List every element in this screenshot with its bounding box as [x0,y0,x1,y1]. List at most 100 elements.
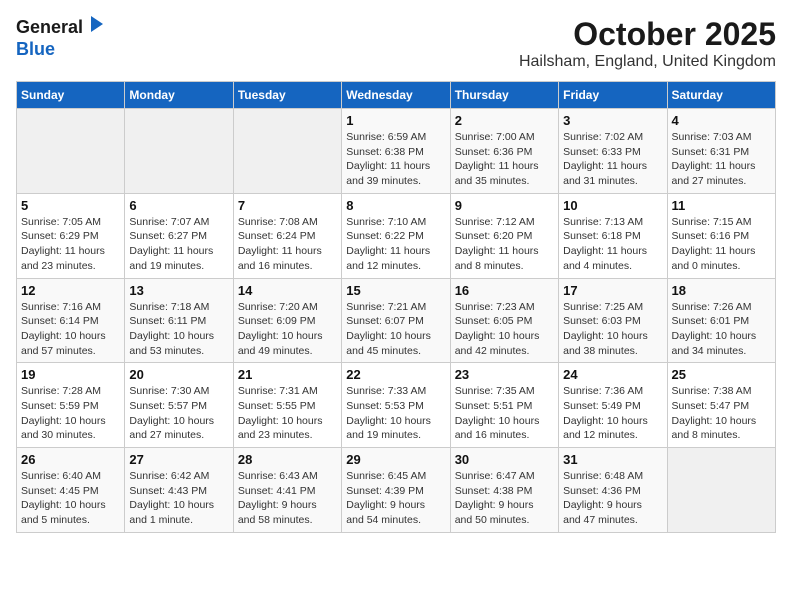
day-info: Sunrise: 7:10 AM Sunset: 6:22 PM Dayligh… [346,215,445,274]
weekday-header-sunday: Sunday [17,82,125,109]
day-info: Sunrise: 7:18 AM Sunset: 6:11 PM Dayligh… [129,300,228,359]
title-block: October 2025 Hailsham, England, United K… [519,16,776,71]
calendar-cell: 8Sunrise: 7:10 AM Sunset: 6:22 PM Daylig… [342,193,450,278]
day-number: 19 [21,367,120,382]
calendar-cell: 30 Sunrise: 6:47 AM Sunset: 4:38 PM Dayli… [450,448,558,533]
weekday-header-friday: Friday [559,82,667,109]
day-info: Sunrise: 7:33 AM Sunset: 5:53 PM Dayligh… [346,384,445,443]
day-number: 24 [563,367,662,382]
calendar-cell: 9 Sunrise: 7:12 AM Sunset: 6:20 PM Daylig… [450,193,558,278]
day-number: 27 [129,452,228,467]
day-number: 17 [563,283,662,298]
calendar-cell: 16 Sunrise: 7:23 AM Sunset: 6:05 PM Dayli… [450,278,558,363]
day-info: Sunrise: 7:28 AM Sunset: 5:59 PM Dayligh… [21,384,120,443]
calendar-cell [233,109,341,194]
day-info: Sunrise: 6:59 AM Sunset: 6:38 PM Dayligh… [346,130,445,189]
calendar-cell: 25Sunrise: 7:38 AM Sunset: 5:47 PM Dayli… [667,363,775,448]
calendar-cell: 17Sunrise: 7:25 AM Sunset: 6:03 PM Dayli… [559,278,667,363]
day-info: Sunrise: 7:31 AM Sunset: 5:55 PM Dayligh… [238,384,337,443]
day-number: 31 [563,452,662,467]
day-number: 29 [346,452,445,467]
calendar-cell: 20 Sunrise: 7:30 AM Sunset: 5:57 PM Dayli… [125,363,233,448]
day-number: 3 [563,113,662,128]
day-number: 1 [346,113,445,128]
day-number: 30 [455,452,554,467]
weekday-header-thursday: Thursday [450,82,558,109]
month-title: October 2025 [519,16,776,53]
calendar-week-row: 12 Sunrise: 7:16 AM Sunset: 6:14 PM Dayli… [17,278,776,363]
calendar-cell: 27 Sunrise: 6:42 AM Sunset: 4:43 PM Dayli… [125,448,233,533]
day-info: Sunrise: 7:16 AM Sunset: 6:14 PM Dayligh… [21,300,120,359]
day-number: 23 [455,367,554,382]
calendar-cell [17,109,125,194]
day-info: Sunrise: 7:07 AM Sunset: 6:27 PM Dayligh… [129,215,228,274]
day-number: 14 [238,283,337,298]
calendar-cell: 28 Sunrise: 6:43 AM Sunset: 4:41 PM Dayli… [233,448,341,533]
day-number: 15 [346,283,445,298]
day-info: Sunrise: 6:43 AM Sunset: 4:41 PM Dayligh… [238,469,337,528]
day-info: Sunrise: 7:13 AM Sunset: 6:18 PM Dayligh… [563,215,662,274]
weekday-header-tuesday: Tuesday [233,82,341,109]
calendar-cell: 22Sunrise: 7:33 AM Sunset: 5:53 PM Dayli… [342,363,450,448]
day-number: 10 [563,198,662,213]
day-number: 2 [455,113,554,128]
calendar-week-row: 26 Sunrise: 6:40 AM Sunset: 4:45 PM Dayli… [17,448,776,533]
day-number: 28 [238,452,337,467]
day-number: 16 [455,283,554,298]
calendar-cell: 5 Sunrise: 7:05 AM Sunset: 6:29 PM Daylig… [17,193,125,278]
calendar-cell: 7Sunrise: 7:08 AM Sunset: 6:24 PM Daylig… [233,193,341,278]
weekday-header-wednesday: Wednesday [342,82,450,109]
calendar-week-row: 5 Sunrise: 7:05 AM Sunset: 6:29 PM Daylig… [17,193,776,278]
calendar-cell: 13 Sunrise: 7:18 AM Sunset: 6:11 PM Dayli… [125,278,233,363]
day-number: 5 [21,198,120,213]
day-info: Sunrise: 6:47 AM Sunset: 4:38 PM Dayligh… [455,469,554,528]
calendar-cell [667,448,775,533]
day-info: Sunrise: 7:00 AM Sunset: 6:36 PM Dayligh… [455,130,554,189]
day-number: 6 [129,198,228,213]
calendar-cell: 15Sunrise: 7:21 AM Sunset: 6:07 PM Dayli… [342,278,450,363]
calendar-cell: 4 Sunrise: 7:03 AM Sunset: 6:31 PM Daylig… [667,109,775,194]
day-info: Sunrise: 7:08 AM Sunset: 6:24 PM Dayligh… [238,215,337,274]
day-info: Sunrise: 7:15 AM Sunset: 6:16 PM Dayligh… [672,215,771,274]
day-info: Sunrise: 7:03 AM Sunset: 6:31 PM Dayligh… [672,130,771,189]
calendar-cell: 11 Sunrise: 7:15 AM Sunset: 6:16 PM Dayli… [667,193,775,278]
calendar-cell: 23 Sunrise: 7:35 AM Sunset: 5:51 PM Dayli… [450,363,558,448]
calendar-cell: 2 Sunrise: 7:00 AM Sunset: 6:36 PM Daylig… [450,109,558,194]
day-info: Sunrise: 7:36 AM Sunset: 5:49 PM Dayligh… [563,384,662,443]
day-info: Sunrise: 6:40 AM Sunset: 4:45 PM Dayligh… [21,469,120,528]
day-number: 13 [129,283,228,298]
calendar-cell: 26 Sunrise: 6:40 AM Sunset: 4:45 PM Dayli… [17,448,125,533]
day-info: Sunrise: 7:23 AM Sunset: 6:05 PM Dayligh… [455,300,554,359]
day-info: Sunrise: 7:12 AM Sunset: 6:20 PM Dayligh… [455,215,554,274]
day-number: 20 [129,367,228,382]
calendar-cell: 29 Sunrise: 6:45 AM Sunset: 4:39 PM Dayli… [342,448,450,533]
calendar-cell: 12 Sunrise: 7:16 AM Sunset: 6:14 PM Dayli… [17,278,125,363]
calendar-cell [125,109,233,194]
day-info: Sunrise: 7:02 AM Sunset: 6:33 PM Dayligh… [563,130,662,189]
calendar-cell: 24 Sunrise: 7:36 AM Sunset: 5:49 PM Dayli… [559,363,667,448]
calendar-table: SundayMondayTuesdayWednesdayThursdayFrid… [16,81,776,533]
day-info: Sunrise: 7:38 AM Sunset: 5:47 PM Dayligh… [672,384,771,443]
day-number: 26 [21,452,120,467]
day-info: Sunrise: 6:48 AM Sunset: 4:36 PM Dayligh… [563,469,662,528]
calendar-cell: 6 Sunrise: 7:07 AM Sunset: 6:27 PM Daylig… [125,193,233,278]
weekday-header-monday: Monday [125,82,233,109]
day-number: 12 [21,283,120,298]
day-number: 9 [455,198,554,213]
calendar-cell: 3 Sunrise: 7:02 AM Sunset: 6:33 PM Daylig… [559,109,667,194]
location-subtitle: Hailsham, England, United Kingdom [519,53,776,71]
day-info: Sunrise: 7:05 AM Sunset: 6:29 PM Dayligh… [21,215,120,274]
day-info: Sunrise: 6:42 AM Sunset: 4:43 PM Dayligh… [129,469,228,528]
day-info: Sunrise: 6:45 AM Sunset: 4:39 PM Dayligh… [346,469,445,528]
day-number: 11 [672,198,771,213]
calendar-cell: 10 Sunrise: 7:13 AM Sunset: 6:18 PM Dayli… [559,193,667,278]
calendar-cell: 21 Sunrise: 7:31 AM Sunset: 5:55 PM Dayli… [233,363,341,448]
day-number: 4 [672,113,771,128]
calendar-cell: 1 Sunrise: 6:59 AM Sunset: 6:38 PM Daylig… [342,109,450,194]
day-info: Sunrise: 7:30 AM Sunset: 5:57 PM Dayligh… [129,384,228,443]
calendar-cell: 18Sunrise: 7:26 AM Sunset: 6:01 PM Dayli… [667,278,775,363]
weekday-header-row: SundayMondayTuesdayWednesdayThursdayFrid… [17,82,776,109]
day-info: Sunrise: 7:35 AM Sunset: 5:51 PM Dayligh… [455,384,554,443]
logo-general-text: General [16,17,83,38]
day-number: 21 [238,367,337,382]
